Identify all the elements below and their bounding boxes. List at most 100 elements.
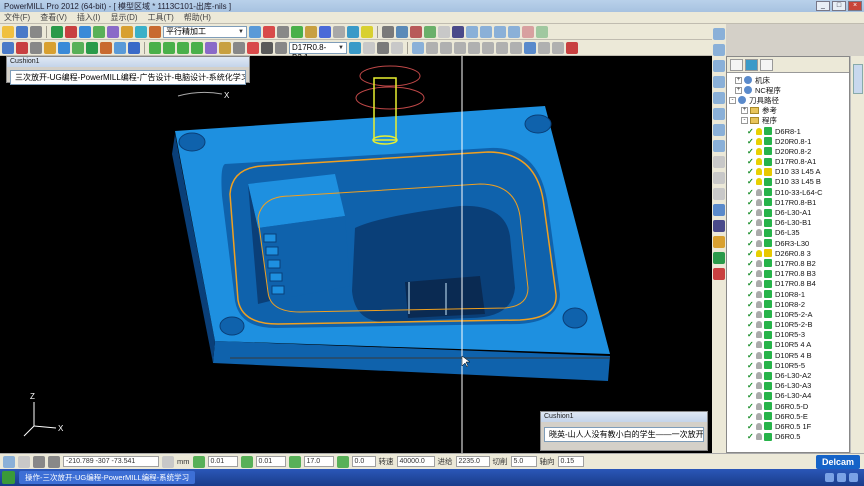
drill-icon[interactable] xyxy=(205,41,217,54)
lightbulb-icon[interactable] xyxy=(756,321,762,329)
check-icon[interactable]: ✓ xyxy=(747,351,754,360)
section-icon[interactable] xyxy=(552,41,564,54)
edge-icon[interactable] xyxy=(538,41,550,54)
tree-item[interactable]: ✓ D10 33 L45 A xyxy=(727,167,849,177)
lightbulb-icon[interactable] xyxy=(756,198,762,206)
lightbulb-icon[interactable] xyxy=(756,382,762,390)
tree-item[interactable]: ✓ D6-L30-A1 xyxy=(727,207,849,217)
collision-icon[interactable] xyxy=(396,25,408,38)
toolpath-strategy-icon[interactable] xyxy=(149,25,161,38)
menu-display[interactable]: 显示(D) xyxy=(110,12,137,23)
lightbulb-icon[interactable] xyxy=(756,412,762,420)
lightbulb-icon[interactable] xyxy=(756,137,762,145)
check-icon[interactable]: ✓ xyxy=(747,177,754,186)
thickness-field[interactable]: 0.0 xyxy=(351,456,376,467)
calculator-icon[interactable] xyxy=(100,41,112,54)
menu-view[interactable]: 查看(V) xyxy=(40,12,67,23)
tree-item[interactable]: ✓ D17R0.8-A1 xyxy=(727,157,849,167)
tree-item[interactable]: ✓ D6-L30-A2 xyxy=(727,370,849,380)
zoom-icon[interactable] xyxy=(522,25,534,38)
check-icon[interactable]: ✓ xyxy=(747,300,754,309)
shank-icon[interactable] xyxy=(247,41,259,54)
explorer-scrollbar[interactable] xyxy=(850,56,864,453)
check-icon[interactable]: ✓ xyxy=(747,228,754,237)
view-cube-icon[interactable] xyxy=(713,28,725,40)
lightbulb-icon[interactable] xyxy=(756,300,762,308)
check-icon[interactable]: ✓ xyxy=(747,259,754,268)
tree-item[interactable]: ✓ D6R8-1 xyxy=(727,126,849,136)
zoom-in-icon[interactable] xyxy=(713,156,725,168)
tree-expander[interactable]: + xyxy=(741,107,748,115)
check-icon[interactable]: ✓ xyxy=(747,422,754,431)
info-icon[interactable] xyxy=(128,41,140,54)
view-iso-icon[interactable] xyxy=(713,140,725,152)
lightbulb-icon[interactable] xyxy=(756,341,762,349)
check-icon[interactable]: ✓ xyxy=(747,249,754,258)
shade-mode-icon[interactable] xyxy=(524,41,536,54)
feature-set-icon[interactable] xyxy=(277,25,289,38)
start-icon[interactable] xyxy=(2,471,15,484)
wireframe-icon[interactable] xyxy=(713,220,725,232)
tree-item[interactable]: ✓ D17R0.8 B3 xyxy=(727,269,849,279)
workplane-icon[interactable] xyxy=(305,25,317,38)
check-icon[interactable]: ✓ xyxy=(747,218,754,227)
view-side-icon[interactable] xyxy=(508,25,520,38)
taskbar-item[interactable]: 操作-三次放开-UG编程-PowerMILL编程-系统学习 xyxy=(19,471,196,484)
check-icon[interactable]: ✓ xyxy=(747,137,754,146)
tool-edit-icon[interactable] xyxy=(349,41,361,54)
tree-item[interactable]: ✓ D10R8-2 xyxy=(727,299,849,309)
tree-item[interactable]: ✓ D6R0.5-D xyxy=(727,401,849,411)
delete-icon[interactable] xyxy=(16,41,28,54)
clear-icon[interactable] xyxy=(713,268,725,280)
tree-item[interactable]: ✓ D6-L35 xyxy=(727,228,849,238)
snap-icon[interactable] xyxy=(426,41,438,54)
pattern-icon[interactable] xyxy=(263,25,275,38)
refresh-icon[interactable] xyxy=(536,25,548,38)
ball-nose-icon[interactable] xyxy=(163,41,175,54)
mirror-icon[interactable] xyxy=(454,41,466,54)
check-icon[interactable]: ✓ xyxy=(747,340,754,349)
graphics-viewport[interactable]: Z X X Cushion1 三次放开-UG编程-PowerMILL编程-广告设… xyxy=(0,56,712,453)
lightbulb-icon[interactable] xyxy=(756,361,762,369)
tree-item[interactable]: ✓ D10R5-2-B xyxy=(727,320,849,330)
lightbulb-icon[interactable] xyxy=(756,310,762,318)
tool-database-icon[interactable] xyxy=(261,41,273,54)
zoom-fit-icon[interactable] xyxy=(713,188,725,200)
lightbulb-icon[interactable] xyxy=(756,229,762,237)
light-icon[interactable] xyxy=(713,236,725,248)
scrollbar-thumb[interactable] xyxy=(853,64,863,94)
lightbulb-icon[interactable] xyxy=(756,351,762,359)
view-top-icon[interactable] xyxy=(713,44,725,56)
shaded-icon[interactable] xyxy=(713,204,725,216)
check-icon[interactable]: ✓ xyxy=(747,330,754,339)
check-icon[interactable]: ✓ xyxy=(747,188,754,197)
block-icon[interactable] xyxy=(51,25,63,38)
lightbulb-icon[interactable] xyxy=(756,239,762,247)
explorer-tab-icon[interactable] xyxy=(760,58,773,71)
check-icon[interactable]: ✓ xyxy=(747,198,754,207)
view-back-icon[interactable] xyxy=(713,124,725,136)
view-left-icon[interactable] xyxy=(713,76,725,88)
lightbulb-icon[interactable] xyxy=(756,372,762,380)
tree-item[interactable]: ✓ D6-L30-B1 xyxy=(727,218,849,228)
axis-field[interactable]: 0.15 xyxy=(557,456,584,467)
tray-icon[interactable] xyxy=(825,473,834,482)
lightbulb-icon[interactable] xyxy=(756,147,762,155)
tree-item[interactable]: + NC程序 xyxy=(727,85,849,95)
view-front-icon[interactable] xyxy=(494,25,506,38)
tree-item[interactable]: ✓ D6-L30-A3 xyxy=(727,381,849,391)
simulation-icon[interactable] xyxy=(424,25,436,38)
lightbulb-icon[interactable] xyxy=(756,178,762,186)
save-icon[interactable] xyxy=(16,25,28,38)
tolerance-2-field[interactable]: 0.01 xyxy=(255,456,286,467)
tree-item[interactable]: ✓ D10R8-1 xyxy=(727,289,849,299)
tree-item[interactable]: ✓ D10R5-2-A xyxy=(727,309,849,319)
tree-item[interactable]: ✓ D6R3-L30 xyxy=(727,238,849,248)
settings-icon[interactable] xyxy=(114,41,126,54)
view-iso-icon[interactable] xyxy=(466,25,478,38)
text-icon[interactable] xyxy=(377,41,389,54)
check-icon[interactable]: ✓ xyxy=(747,290,754,299)
view-top-icon[interactable] xyxy=(480,25,492,38)
menu-file[interactable]: 文件(F) xyxy=(4,12,30,23)
tap-icon[interactable] xyxy=(219,41,231,54)
